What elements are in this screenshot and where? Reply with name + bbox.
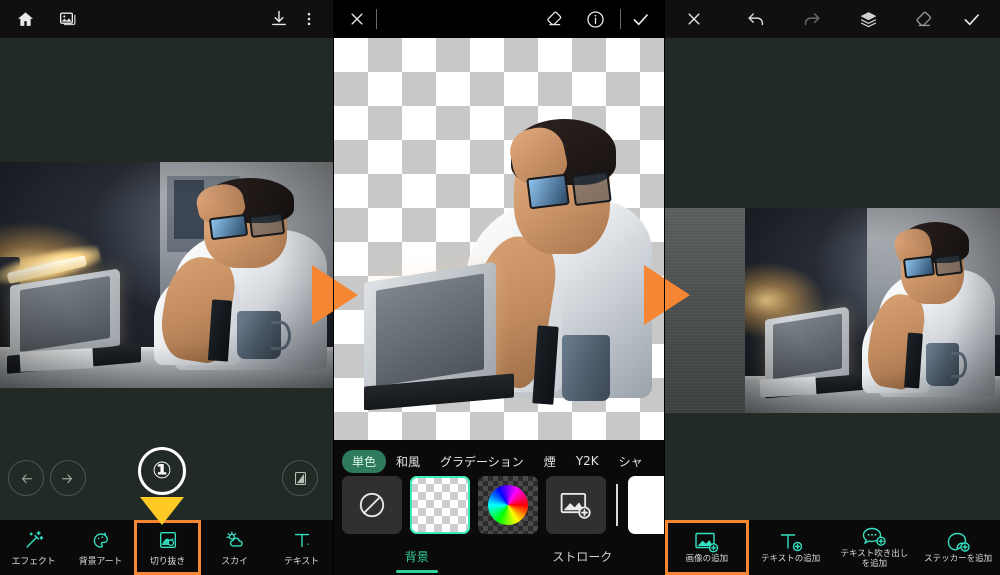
redo-icon[interactable] [797,4,827,34]
panel2-top-bar [334,0,665,38]
tool-label-line2: を追加 [861,558,888,569]
step-badge-1-arrow [140,497,184,525]
panel2-topbar-divider-right [620,9,621,29]
overflow-menu-icon[interactable] [294,4,324,34]
flow-arrow-2 [644,265,690,325]
panel-cutout-editor: 単色 和風 グラデーション 煙 Y2K シャ 背景 ストローク [334,0,665,575]
tool-label: 背景アート [78,556,123,567]
category-tab-smoke[interactable]: 煙 [534,450,566,473]
tool-effect[interactable]: エフェクト [0,520,67,575]
panel-divider-1 [333,0,334,575]
tool-add-sticker[interactable]: ステッカーを追加 [916,520,1000,575]
panel-editor-home: エフェクト 背景アート 切り抜き スカイ テキスト ① [0,0,334,575]
cutout-cup [562,335,610,401]
eraser-icon[interactable] [540,4,570,34]
gallery-icon[interactable] [54,4,84,34]
panel1-tool-bar: エフェクト 背景アート 切り抜き スカイ テキスト [0,520,334,575]
panel2-topbar-divider-left [376,9,377,29]
tool-label: エフェクト [11,556,56,567]
category-tab-solid[interactable]: 単色 [342,449,387,473]
layers-icon[interactable] [853,4,883,34]
step-badge-1-number: ① [138,447,186,495]
tool-label: 切り抜き [149,556,186,567]
panel2-canvas[interactable] [334,38,665,440]
photo-original[interactable] [0,162,334,388]
composite-photo[interactable] [745,208,1000,413]
info-icon[interactable] [580,4,610,34]
tool-label: スカイ [221,556,248,567]
no-background-swatch[interactable] [342,476,402,534]
cutout-subject[interactable] [364,110,664,410]
photo-vignette [0,162,334,388]
category-tab-sha[interactable]: シャ [609,450,653,473]
tool-label-line1: テキスト吹き出し [840,548,909,559]
tab-stroke[interactable]: ストローク [500,548,666,565]
confirm-check-icon[interactable] [625,4,655,34]
screenshot-root: エフェクト 背景アート 切り抜き スカイ テキスト ① 単色 和風 グラデーショ… [0,0,1000,575]
tool-add-image[interactable]: 画像の追加 [665,520,749,575]
panel1-top-bar [0,0,334,38]
cutout-body [364,110,664,410]
panel1-canvas[interactable] [0,38,334,440]
panel2-bottom-tabs: 背景 ストローク [334,537,665,575]
transparent-swatch[interactable] [410,476,470,534]
confirm-check-icon[interactable] [956,4,986,34]
swatch-divider [616,484,618,526]
category-tab-y2k[interactable]: Y2K [566,451,609,471]
panel3-top-bar [665,0,1000,38]
home-icon[interactable] [10,4,40,34]
cutout-glasses-left [526,173,570,210]
undo-button[interactable] [8,460,44,496]
tab-background[interactable]: 背景 [334,548,500,565]
flow-arrow-1 [312,265,358,325]
add-image-swatch[interactable] [546,476,606,534]
cutout-laptop-screen [375,273,485,387]
color-wheel [488,485,528,525]
category-tab-japanese[interactable]: 和風 [386,450,430,473]
compare-button[interactable] [282,460,318,496]
background-category-tabs: 単色 和風 グラデーション 煙 Y2K シャ [334,448,665,474]
tool-sky[interactable]: スカイ [201,520,268,575]
panel3-tool-bar: 画像の追加 テキストの追加 テキスト吹き出し を追加 ステッカーを追加 [665,520,1000,575]
panel-composite-editor: 画像の追加 テキストの追加 テキスト吹き出し を追加 ステッカーを追加 [665,0,1000,575]
redo-button[interactable] [50,460,86,496]
panel-divider-2 [664,0,665,575]
tool-label: テキストの追加 [761,553,821,564]
tool-cutout[interactable]: 切り抜き [134,520,201,575]
background-swatch-row [334,474,665,536]
tool-label: テキスト吹き出し を追加 [840,548,909,570]
eraser-icon[interactable] [909,4,939,34]
color-wheel-swatch[interactable] [478,476,538,534]
panel3-canvas[interactable] [665,38,1000,440]
tool-add-text[interactable]: テキストの追加 [749,520,833,575]
close-icon[interactable] [679,4,709,34]
white-swatch[interactable] [628,476,665,534]
step-badge-1: ① [138,447,186,525]
category-tab-gradient[interactable]: グラデーション [430,450,534,473]
undo-icon[interactable] [741,4,771,34]
tool-background-art[interactable]: 背景アート [67,520,134,575]
download-icon[interactable] [264,4,294,34]
close-icon[interactable] [342,4,372,34]
cutout-glasses-right [571,170,612,207]
tool-add-speech-bubble[interactable]: テキスト吹き出し を追加 [833,520,917,575]
tool-label: テキスト [284,556,319,567]
tool-label: 画像の追加 [685,553,729,564]
tool-text[interactable]: テキスト [268,520,334,575]
tool-label: ステッカーを追加 [924,553,993,564]
composite-vignette [745,208,1000,413]
